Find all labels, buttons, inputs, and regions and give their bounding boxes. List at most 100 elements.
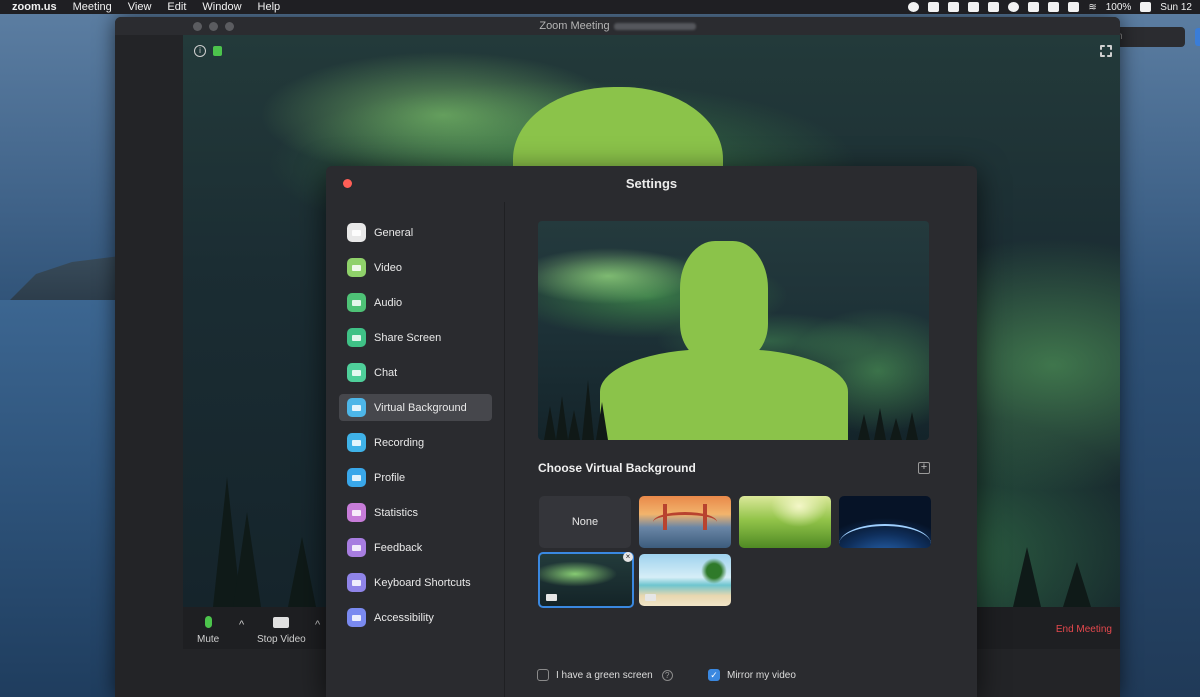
tree [1013, 547, 1041, 607]
palm-tree [701, 558, 727, 584]
sidebar-item-general[interactable]: General [339, 219, 492, 246]
sidebar-item-accessibility[interactable]: Accessibility [339, 604, 492, 631]
feedback-icon [347, 538, 366, 557]
sidebar-item-chat[interactable]: Chat [339, 359, 492, 386]
video-camera-icon [273, 616, 290, 628]
target-status-icon[interactable] [1008, 2, 1020, 12]
virtual-background-icon [347, 398, 366, 417]
mute-button[interactable]: Mute [197, 613, 219, 645]
mirror-video-label: Mirror my video [727, 669, 796, 681]
zoom-status-icon[interactable] [928, 2, 940, 12]
window-traffic-lights[interactable] [193, 22, 234, 31]
thumb-grass[interactable] [739, 496, 831, 548]
remove-background-icon[interactable]: × [623, 552, 633, 562]
battery-percent[interactable]: 100% [1106, 2, 1132, 13]
sidebar-item-label: General [374, 226, 414, 239]
sidebar-item-feedback[interactable]: Feedback [339, 534, 492, 561]
sidebar-item-statistics[interactable]: Statistics [339, 499, 492, 526]
help-icon[interactable]: ? [661, 669, 673, 681]
mirror-video-checkbox[interactable]: ✓ [708, 669, 720, 681]
sidebar-item-audio[interactable]: Audio [339, 289, 492, 316]
green-screen-checkbox[interactable] [537, 669, 549, 681]
tree [288, 537, 316, 607]
menu-edit[interactable]: Edit [167, 1, 186, 13]
document-status-icon[interactable] [948, 2, 960, 12]
sidebar-item-label: Keyboard Shortcuts [374, 576, 471, 589]
tree [233, 512, 261, 607]
thumb-golden-gate[interactable] [639, 496, 731, 548]
thumb-earth[interactable] [839, 496, 931, 548]
sidebar-item-recording[interactable]: Recording [339, 429, 492, 456]
wifi-icon[interactable]: ≋ [1088, 2, 1096, 13]
status-app-icon[interactable] [908, 2, 920, 12]
battery-icon[interactable] [1140, 2, 1152, 12]
menu-view[interactable]: View [128, 1, 152, 13]
microphone-icon [204, 616, 212, 628]
dropbox-icon[interactable] [968, 2, 980, 12]
end-meeting-button[interactable]: End Meeting [1056, 624, 1112, 635]
chat-icon [347, 363, 366, 382]
video-camera-icon [645, 594, 656, 601]
settings-titlebar: Settings [326, 166, 977, 202]
tree [858, 414, 870, 440]
menu-meeting[interactable]: Meeting [73, 1, 112, 13]
menu-app-name[interactable]: zoom.us [12, 1, 57, 13]
thumb-aurora[interactable] [538, 552, 634, 608]
zoom-meeting-titlebar: Zoom Meeting [115, 17, 1120, 35]
tree [582, 380, 594, 440]
sidebar-item-virtual-background[interactable]: Virtual Background [339, 394, 492, 421]
sidebar-item-label: Video [374, 261, 402, 274]
settings-sidebar: General Video Audio Share Screen Chat Virtual… [326, 202, 505, 697]
gear-icon [347, 223, 366, 242]
video-icon [347, 258, 366, 277]
thumb-beach[interactable] [639, 554, 731, 606]
sidebar-item-label: Virtual Background [374, 401, 467, 414]
tree [544, 406, 556, 440]
wallpaper-sea [0, 300, 130, 697]
mute-label: Mute [197, 634, 220, 645]
tree [596, 402, 608, 440]
zoom-meeting-title: Zoom Meeting [539, 20, 610, 32]
mirror-video-option[interactable]: ✓ Mirror my video [708, 669, 796, 681]
thumb-none-label: None [571, 516, 599, 528]
bridge-tower [663, 504, 667, 530]
stop-video-button[interactable]: Stop Video [257, 613, 306, 645]
menu-clock[interactable]: Sun 12 [1160, 2, 1192, 13]
virtual-background-panel: Choose Virtual Background + [506, 202, 977, 697]
notification-status-icon[interactable] [1028, 2, 1040, 12]
sidebar-item-label: Feedback [374, 541, 423, 554]
recording-icon [347, 433, 366, 452]
thumb-none[interactable]: None [539, 496, 631, 548]
sidebar-item-profile[interactable]: Profile [339, 464, 492, 491]
tree [1063, 562, 1091, 607]
bridge-tower [703, 504, 707, 530]
close-window-button[interactable] [343, 179, 352, 188]
airplay-icon[interactable] [1048, 2, 1060, 12]
menu-window[interactable]: Window [202, 1, 241, 13]
video-preview [538, 221, 929, 440]
sidebar-item-label: Profile [374, 471, 406, 484]
clock-status-icon[interactable] [1068, 2, 1080, 12]
sidebar-item-share-screen[interactable]: Share Screen [339, 324, 492, 351]
tree [556, 396, 568, 440]
tree [874, 408, 886, 440]
preview-silhouette-head [680, 241, 768, 359]
encryption-lock-icon[interactable] [213, 46, 222, 56]
sidebar-item-video[interactable]: Video [339, 254, 492, 281]
menu-help[interactable]: Help [258, 1, 281, 13]
menu-bar-left: zoom.us Meeting View Edit Window Help [0, 1, 280, 13]
add-background-icon[interactable]: + [918, 462, 930, 474]
meeting-info-icon[interactable]: i [194, 45, 206, 57]
background-blue-button[interactable] [1195, 28, 1200, 46]
meeting-id-redacted [613, 22, 696, 30]
background-search-field[interactable]: ch [1110, 27, 1185, 47]
tool-status-icon[interactable] [988, 2, 1000, 12]
video-options-chevron-icon[interactable]: ^ [315, 619, 320, 631]
sidebar-item-label: Chat [374, 366, 398, 379]
sidebar-item-keyboard-shortcuts[interactable]: Keyboard Shortcuts [339, 569, 492, 596]
choose-background-heading: Choose Virtual Background [538, 461, 696, 475]
green-screen-option[interactable]: I have a green screen ? [537, 669, 673, 681]
audio-options-chevron-icon[interactable]: ^ [239, 619, 244, 631]
menu-bar-status: ≋ 100% Sun 12 [908, 2, 1200, 13]
sidebar-item-label: Share Screen [374, 331, 442, 344]
